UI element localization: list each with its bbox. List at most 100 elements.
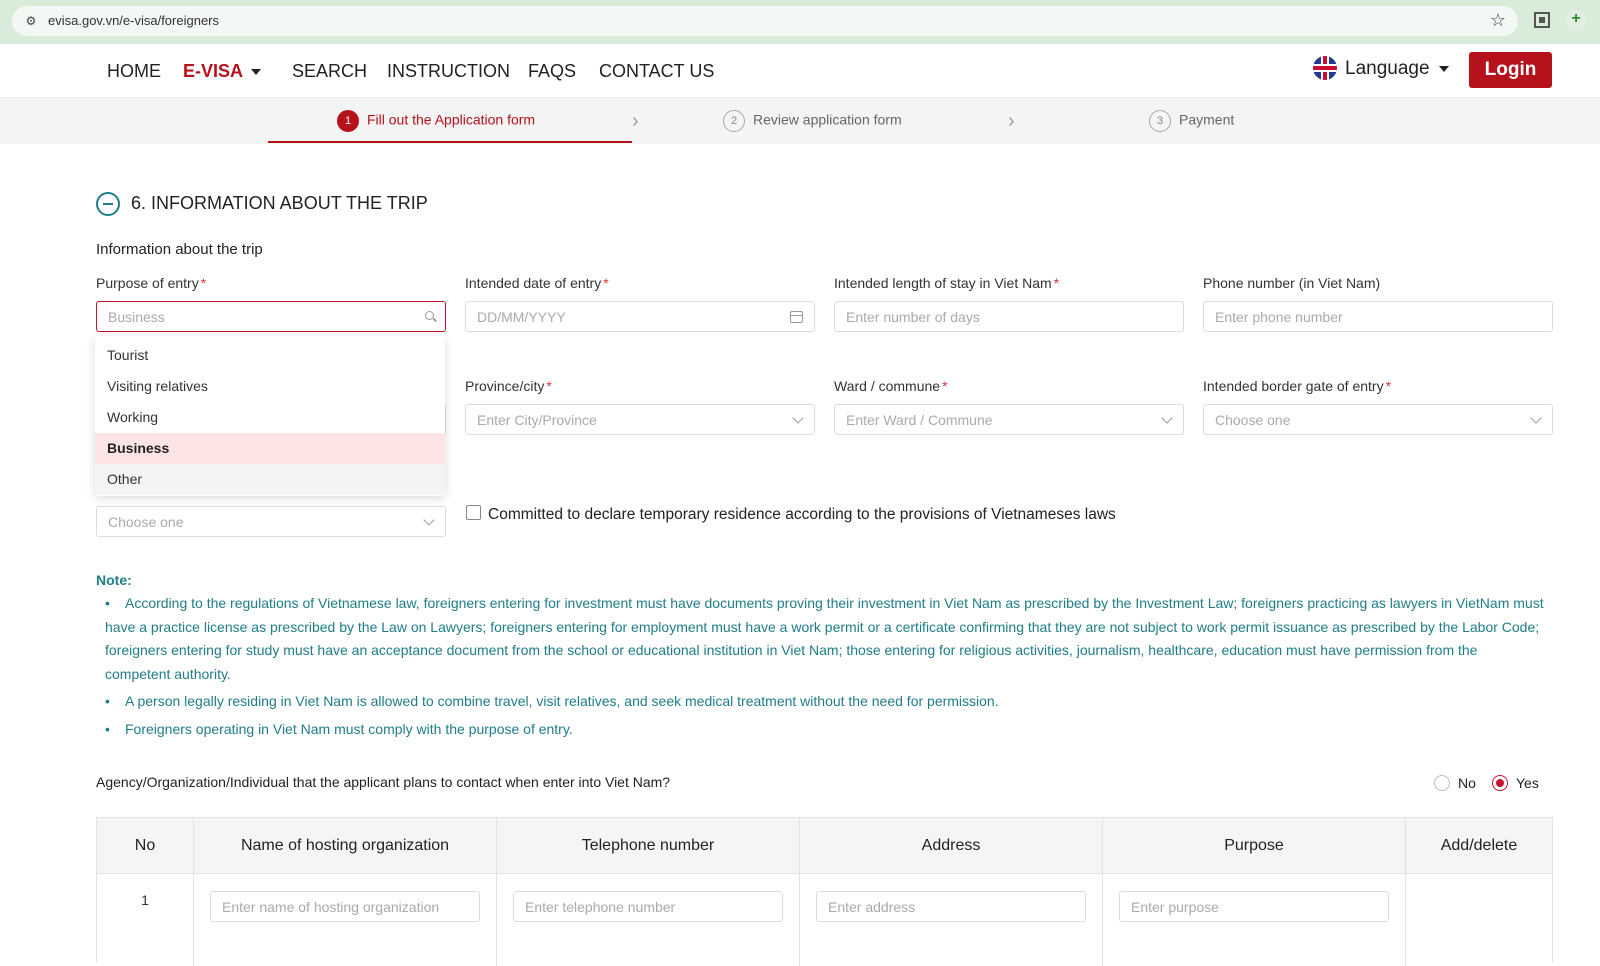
choose-one-input[interactable] xyxy=(97,507,445,536)
login-button[interactable]: Login xyxy=(1469,52,1552,88)
telephone-field[interactable] xyxy=(513,891,783,922)
temporary-residence-checkbox[interactable] xyxy=(466,505,481,520)
uk-flag-icon xyxy=(1313,56,1337,80)
extension-plus-icon[interactable]: + xyxy=(1566,10,1586,30)
column-header: Purpose xyxy=(1103,818,1406,874)
temporary-residence-label: Committed to declare temporary residence… xyxy=(488,506,1116,523)
chevron-right-icon: › xyxy=(632,110,639,132)
row-number: 1 xyxy=(97,874,194,966)
border-label: Intended border gate of entry * xyxy=(1203,378,1392,394)
note-title: Note: xyxy=(96,572,132,588)
nav-faqs[interactable]: FAQS xyxy=(528,61,576,82)
stay-label: Intended length of stay in Viet Nam * xyxy=(834,275,1060,291)
radio-yes-label[interactable]: Yes xyxy=(1516,775,1539,791)
hosting-name-input[interactable] xyxy=(211,892,479,921)
column-header: Add/delete xyxy=(1440,837,1518,854)
ward-label: Ward / commune * xyxy=(834,378,948,394)
hosting-name-field[interactable] xyxy=(210,891,480,922)
dropdown-option[interactable]: Tourist xyxy=(95,340,445,371)
nav-search[interactable]: SEARCH xyxy=(292,61,367,82)
purpose-cell-input[interactable] xyxy=(1120,892,1388,921)
step-2[interactable]: 2 Review application form xyxy=(723,110,902,132)
step-label: Payment xyxy=(1179,111,1235,128)
stay-field[interactable] xyxy=(834,301,1184,332)
column-header: No xyxy=(97,818,194,874)
province-input[interactable] xyxy=(466,405,814,434)
address-field[interactable] xyxy=(816,891,1086,922)
step-3[interactable]: 3 Payment xyxy=(1149,110,1234,132)
hosting-organization-table: No Name of hosting organization Telephon… xyxy=(96,817,1553,966)
purpose-field[interactable] xyxy=(1119,891,1389,922)
caret-down-icon xyxy=(251,69,262,76)
address-bar[interactable]: ⚙ evisa.gov.vn/e-visa/foreigners ☆ xyxy=(12,6,1518,36)
table-header: No Name of hosting organization Telephon… xyxy=(97,818,1552,874)
step-label: Fill out the Application form xyxy=(367,111,536,128)
column-header: Name of hosting organization xyxy=(194,818,497,874)
section-title: 6. INFORMATION ABOUT THE TRIP xyxy=(131,193,428,213)
progress-steps: 1 Fill out the Application form › 2 Review… xyxy=(0,98,1600,144)
step-label: Review application form xyxy=(753,111,902,128)
nav-home[interactable]: HOME xyxy=(107,61,161,82)
telephone-input[interactable] xyxy=(514,892,782,921)
date-field[interactable] xyxy=(465,301,815,332)
choose-one-select[interactable] xyxy=(96,506,446,537)
nav-evisa-label: E-VISA xyxy=(183,61,244,81)
site-info-icon[interactable]: ⚙ xyxy=(22,12,40,30)
radio-no[interactable] xyxy=(1434,775,1450,791)
purpose-select[interactable] xyxy=(96,301,446,332)
purpose-label: Purpose of entry * xyxy=(96,275,207,291)
purpose-input[interactable] xyxy=(97,302,445,331)
border-gate-select[interactable] xyxy=(1203,404,1553,435)
add-delete-cell xyxy=(1406,874,1552,966)
nav-evisa[interactable]: E-VISA xyxy=(183,61,262,82)
note-list: According to the regulations of Vietname… xyxy=(105,592,1545,745)
table-cell xyxy=(497,874,800,966)
nav-contact[interactable]: CONTACT US xyxy=(599,61,714,82)
step-1[interactable]: 1 Fill out the Application form xyxy=(337,110,535,132)
stay-input[interactable] xyxy=(835,302,1183,331)
column-header: Telephone number xyxy=(497,818,800,874)
phone-input[interactable] xyxy=(1204,302,1552,331)
step-number: 2 xyxy=(723,110,745,132)
calendar-icon[interactable] xyxy=(790,311,803,323)
chevron-right-icon: › xyxy=(1008,110,1015,132)
address-input[interactable] xyxy=(817,892,1085,921)
collapse-icon[interactable] xyxy=(96,192,120,216)
radio-yes[interactable] xyxy=(1492,775,1508,791)
browser-toolbar: ⚙ evisa.gov.vn/e-visa/foreigners ☆ + xyxy=(0,0,1600,44)
phone-label: Phone number (in Viet Nam) xyxy=(1203,275,1381,291)
ward-input[interactable] xyxy=(835,405,1183,434)
dropdown-option[interactable]: Working xyxy=(95,402,445,433)
ward-select[interactable] xyxy=(834,404,1184,435)
phone-field[interactable] xyxy=(1203,301,1553,332)
province-select[interactable] xyxy=(465,404,815,435)
url-text[interactable]: evisa.gov.vn/e-visa/foreigners xyxy=(48,13,219,28)
border-gate-input[interactable] xyxy=(1204,405,1552,434)
date-input[interactable] xyxy=(466,302,814,331)
radio-no-label[interactable]: No xyxy=(1458,775,1476,791)
caret-down-icon xyxy=(1439,66,1449,72)
dropdown-option[interactable]: Visiting relatives xyxy=(95,371,445,402)
contact-question: Agency/Organization/Individual that the … xyxy=(96,774,671,790)
nav-instruction[interactable]: INSTRUCTION xyxy=(387,61,510,82)
table-cell xyxy=(800,874,1103,966)
table-cell xyxy=(1103,874,1406,966)
step-number: 1 xyxy=(337,110,359,132)
section-subtitle: Information about the trip xyxy=(96,241,263,258)
date-label: Intended date of entry * xyxy=(465,275,609,291)
qr-code-icon[interactable] xyxy=(1534,12,1550,28)
active-step-underline xyxy=(268,141,632,143)
search-icon xyxy=(425,311,434,320)
bookmark-star-icon[interactable]: ☆ xyxy=(1490,10,1506,31)
language-label: Language xyxy=(1345,58,1430,79)
step-number: 3 xyxy=(1149,110,1171,132)
table-cell xyxy=(194,874,497,966)
dropdown-option-selected[interactable]: Business xyxy=(95,433,445,464)
province-label: Province/city * xyxy=(465,378,552,394)
note-item: Foreigners operating in Viet Nam must co… xyxy=(105,718,1545,742)
note-item: According to the regulations of Vietname… xyxy=(105,592,1545,686)
note-item: A person legally residing in Viet Nam is… xyxy=(105,690,1545,714)
dropdown-option[interactable]: Other xyxy=(95,464,445,495)
column-header: Address xyxy=(800,818,1103,874)
purpose-dropdown: Tourist Visiting relatives Working Busin… xyxy=(95,336,445,496)
